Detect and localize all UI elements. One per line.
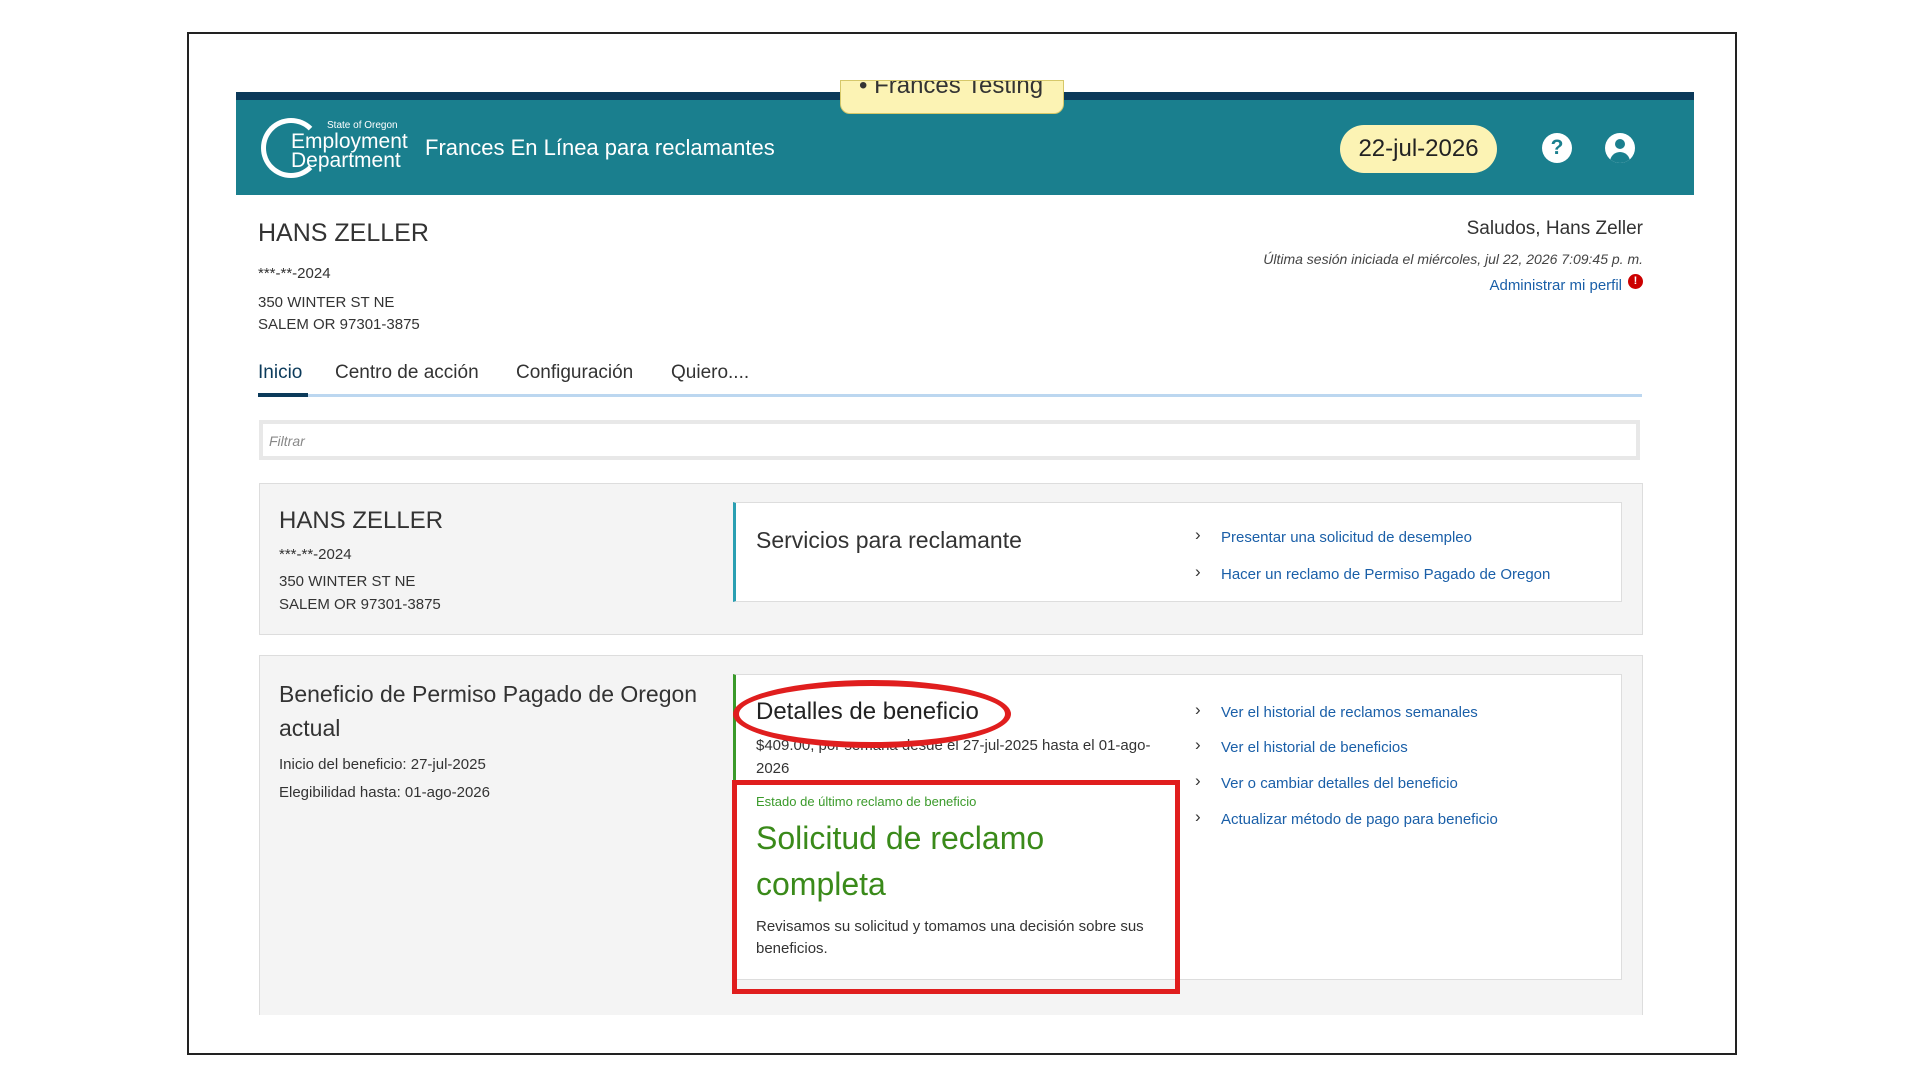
tab-configuracion[interactable]: Configuración (516, 362, 633, 384)
red-highlight-box (732, 780, 1180, 994)
chevron-right-icon: › (1195, 525, 1201, 544)
file-unemployment-claim-link[interactable]: Presentar una solicitud de desempleo (1221, 529, 1472, 546)
current-date-badge: 22-jul-2026 (1340, 125, 1497, 173)
chevron-right-icon: › (1195, 562, 1201, 581)
user-icon-body (1610, 152, 1630, 163)
claimant-address-line2: SALEM OR 97301-3875 (258, 316, 420, 333)
filter-input[interactable] (267, 427, 1631, 455)
card-claimant-address-line2: SALEM OR 97301-3875 (279, 596, 441, 613)
chevron-right-icon: › (1195, 771, 1201, 790)
chevron-right-icon: › (1195, 735, 1201, 754)
profile-alert-icon: ! (1628, 274, 1643, 289)
claimant-ssn: ***-**-2024 (258, 265, 331, 282)
benefit-history-link[interactable]: Ver el historial de beneficios (1221, 739, 1408, 756)
benefit-start-date: Inicio del beneficio: 27-jul-2025 (279, 756, 486, 773)
testing-environment-tab: • Frances Testing (840, 80, 1064, 114)
employment-department-logo[interactable]: State of Oregon Employment Department (261, 116, 411, 182)
change-benefit-details-link[interactable]: Ver o cambiar detalles del beneficio (1221, 775, 1458, 792)
red-highlight-oval (733, 680, 1011, 748)
logo-line-2: Department (291, 149, 401, 172)
card-claimant-ssn: ***-**-2024 (279, 546, 352, 563)
user-account-icon[interactable] (1605, 133, 1635, 163)
file-paid-leave-claim-link[interactable]: Hacer un reclamo de Permiso Pagado de Or… (1221, 566, 1550, 583)
greeting-text: Saludos, Hans Zeller (1466, 218, 1643, 239)
weekly-claims-history-link[interactable]: Ver el historial de reclamos semanales (1221, 704, 1478, 721)
chevron-right-icon: › (1195, 700, 1201, 719)
update-payment-method-link[interactable]: Actualizar método de pago para beneficio (1221, 811, 1498, 828)
active-tab-indicator (258, 393, 308, 397)
claimant-address-line1: 350 WINTER ST NE (258, 294, 395, 311)
manage-profile-link[interactable]: Administrar mi perfil (1489, 277, 1622, 294)
help-icon[interactable]: ? (1542, 133, 1572, 163)
last-session-text: Última sesión iniciada el miércoles, jul… (1263, 251, 1643, 267)
claimant-name: HANS ZELLER (258, 219, 429, 247)
benefit-eligibility-date: Elegibilidad hasta: 01-ago-2026 (279, 784, 490, 801)
card-claimant-name: HANS ZELLER (279, 507, 444, 534)
chevron-right-icon: › (1195, 807, 1201, 826)
tab-centro-de-accion[interactable]: Centro de acción (335, 362, 479, 384)
user-icon-head (1615, 139, 1625, 149)
tabs-underline (258, 394, 1642, 397)
tab-quiero[interactable]: Quiero.... (671, 362, 749, 384)
filter-box (259, 420, 1640, 460)
tab-inicio[interactable]: Inicio (258, 362, 302, 384)
benefit-title: Beneficio de Permiso Pagado de Oregon ac… (279, 681, 698, 741)
testing-tab-label: • Frances Testing (859, 80, 1044, 99)
services-title: Servicios para reclamante (756, 527, 1022, 553)
card-claimant-address-line1: 350 WINTER ST NE (279, 573, 416, 590)
app-title: Frances En Línea para reclamantes (425, 135, 775, 160)
